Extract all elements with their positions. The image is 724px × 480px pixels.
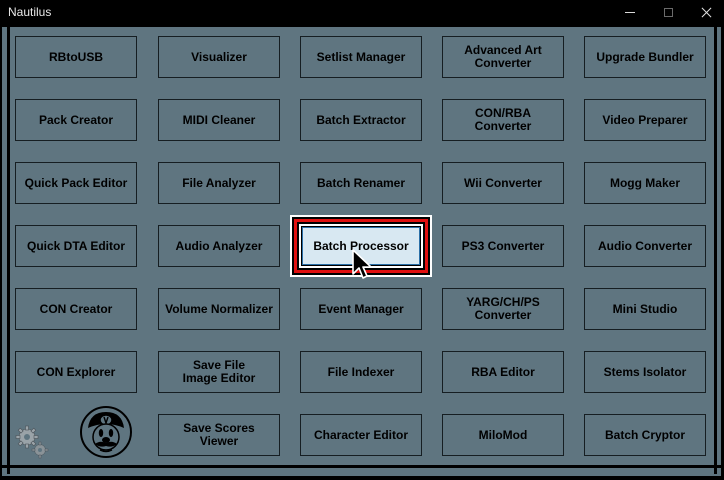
close-button[interactable] [684, 0, 724, 24]
ps3-converter-button[interactable]: PS3 Converter [442, 225, 564, 267]
video-preparer-button[interactable]: Video Preparer [584, 99, 706, 141]
title-bar: Nautilus [0, 0, 724, 24]
save-file-image-editor-button[interactable]: Save File Image Editor [158, 351, 280, 393]
character-editor-button[interactable]: Character Editor [300, 414, 422, 456]
wii-converter-button[interactable]: Wii Converter [442, 162, 564, 204]
frame-border [0, 476, 724, 480]
setlist-manager-button[interactable]: Setlist Manager [300, 36, 422, 78]
file-indexer-button[interactable]: File Indexer [300, 351, 422, 393]
rba-editor-button[interactable]: RBA Editor [442, 351, 564, 393]
window-title: Nautilus [8, 5, 52, 19]
milomod-button[interactable]: MiloMod [442, 414, 564, 456]
mario-icon [80, 406, 132, 458]
maximize-icon [663, 7, 673, 17]
con-rba-converter-button[interactable]: CON/RBA Converter [442, 99, 564, 141]
file-analyzer-button[interactable]: File Analyzer [158, 162, 280, 204]
con-creator-button[interactable]: CON Creator [15, 288, 137, 330]
visualizer-button[interactable]: Visualizer [158, 36, 280, 78]
close-icon [701, 7, 712, 18]
yarg-ch-ps-converter-button[interactable]: YARG/CH/PS Converter [442, 288, 564, 330]
pack-creator-button[interactable]: Pack Creator [15, 99, 137, 141]
batch-extractor-button[interactable]: Batch Extractor [300, 99, 422, 141]
audio-converter-button[interactable]: Audio Converter [584, 225, 706, 267]
audio-analyzer-button[interactable]: Audio Analyzer [158, 225, 280, 267]
batch-cryptor-button[interactable]: Batch Cryptor [584, 414, 706, 456]
mouse-cursor-icon [352, 249, 372, 279]
batch-renamer-button[interactable]: Batch Renamer [300, 162, 422, 204]
quick-dta-editor-button[interactable]: Quick DTA Editor [15, 225, 137, 267]
frame-border [714, 24, 717, 474]
gears-icon[interactable] [14, 424, 50, 460]
mogg-maker-button[interactable]: Mogg Maker [584, 162, 706, 204]
midi-cleaner-button[interactable]: MIDI Cleaner [158, 99, 280, 141]
volume-normalizer-button[interactable]: Volume Normalizer [158, 288, 280, 330]
stems-isolator-button[interactable]: Stems Isolator [584, 351, 706, 393]
rbtousb-button[interactable]: RBtoUSB [15, 36, 137, 78]
frame-border [0, 24, 724, 27]
minimize-icon [625, 11, 635, 13]
quick-pack-editor-button[interactable]: Quick Pack Editor [15, 162, 137, 204]
advanced-art-converter-button[interactable]: Advanced Art Converter [442, 36, 564, 78]
frame-border [0, 465, 724, 468]
event-manager-button[interactable]: Event Manager [300, 288, 422, 330]
mini-studio-button[interactable]: Mini Studio [584, 288, 706, 330]
upgrade-bundler-button[interactable]: Upgrade Bundler [584, 36, 706, 78]
save-scores-viewer-button[interactable]: Save Scores Viewer [158, 414, 280, 456]
con-explorer-button[interactable]: CON Explorer [15, 351, 137, 393]
frame-border [7, 24, 10, 474]
